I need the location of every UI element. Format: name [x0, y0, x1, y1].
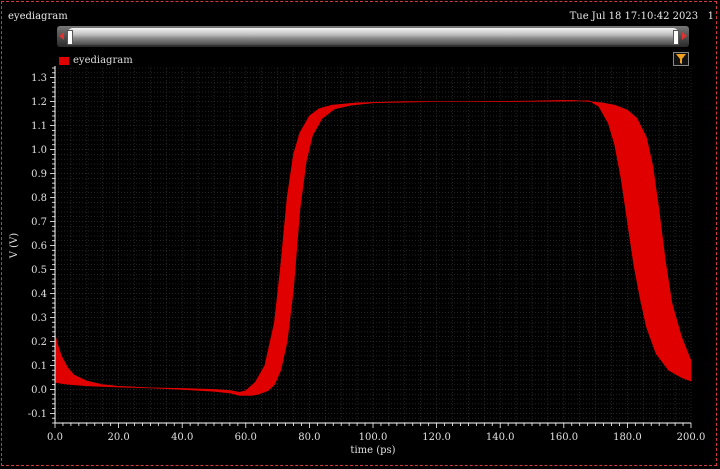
x-tick-label: 40.0 — [171, 432, 193, 443]
y-tick-label: 1.3 — [31, 73, 47, 84]
x-axis-label: time (ps) — [350, 445, 395, 456]
x-tick-label: 160.0 — [549, 432, 578, 443]
y-tick-label: 1.0 — [31, 145, 47, 156]
y-tick-label: 0.4 — [31, 289, 47, 300]
y-tick-label: 1.1 — [31, 121, 47, 132]
x-tick-label: 180.0 — [613, 432, 642, 443]
y-tick-label: 0.3 — [31, 313, 47, 324]
x-tick-label: 120.0 — [422, 432, 451, 443]
y-tick-label: -0.1 — [28, 409, 47, 420]
eye-diagram-chart: 0.0 20.0 40.0 60.0 80.0 100.0 120.0 140.0 160.0 1… — [9, 66, 706, 456]
y-tick-label: 1.2 — [31, 97, 47, 108]
x-tick-label: 140.0 — [486, 432, 515, 443]
x-tick-label: 200.0 — [677, 432, 706, 443]
y-tick-label: 0.0 — [31, 385, 47, 396]
y-axis-label: V (V) — [9, 233, 20, 260]
x-tick-label: 60.0 — [235, 432, 257, 443]
x-tick-label: 0.0 — [47, 432, 63, 443]
y-tick-label: 0.7 — [31, 217, 47, 228]
y-tick-label: 0.5 — [31, 265, 47, 276]
x-tick-label: 80.0 — [298, 432, 320, 443]
y-tick-label: 0.2 — [31, 337, 47, 348]
y-tick-label: 0.8 — [31, 193, 47, 204]
x-tick-label: 20.0 — [107, 432, 129, 443]
y-tick-label: 0.9 — [31, 169, 47, 180]
x-tick-label: 100.0 — [359, 432, 388, 443]
y-tick-label: 0.6 — [31, 241, 47, 252]
y-tick-label: 0.1 — [31, 361, 47, 372]
